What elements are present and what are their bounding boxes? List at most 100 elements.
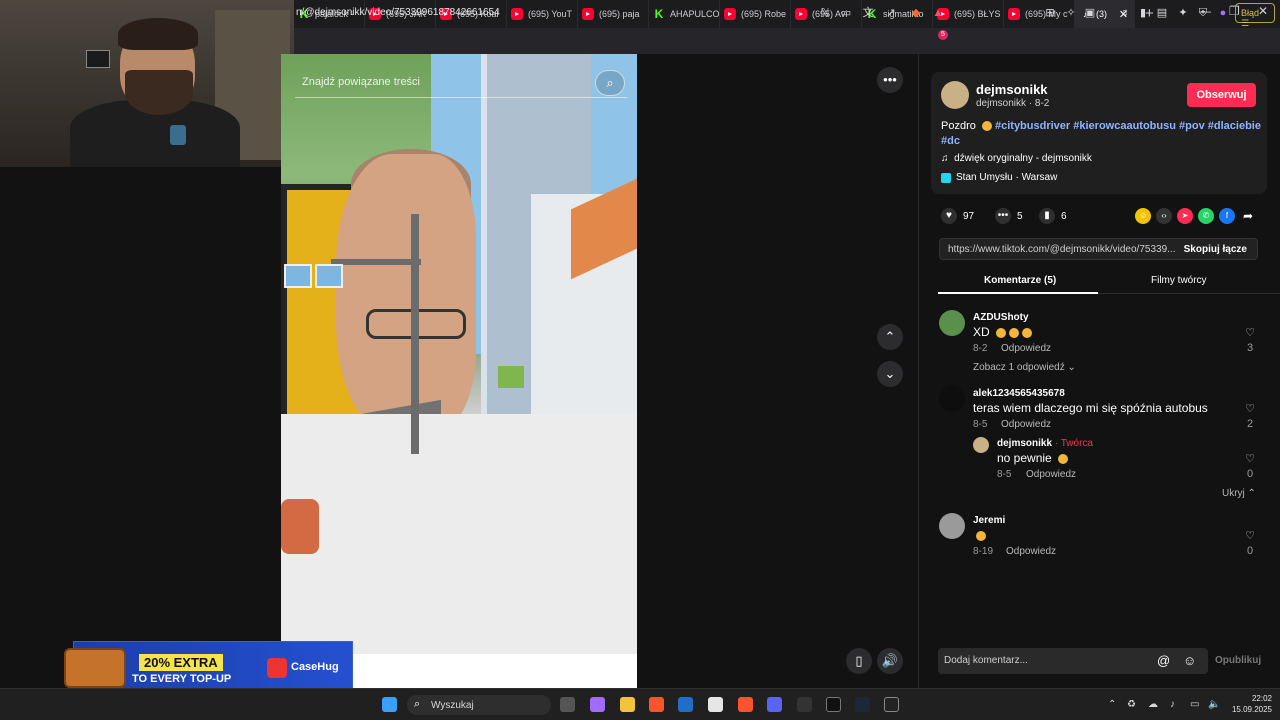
- heart-icon[interactable]: ♥: [941, 208, 957, 224]
- brave-window-icon[interactable]: [738, 697, 753, 712]
- comment-username[interactable]: dejmsonikk · Twórca: [997, 438, 1093, 449]
- store-icon[interactable]: [678, 697, 693, 712]
- comment-input[interactable]: Dodaj komentarz... @ ☺: [938, 648, 1208, 674]
- avatar[interactable]: [939, 513, 965, 539]
- onedrive-icon[interactable]: ☁: [1148, 699, 1158, 710]
- url-field[interactable]: n/@dejmsonikk/video/7533996187842661654: [296, 7, 500, 18]
- location-row[interactable]: Stan Umysłu · Warsaw: [941, 172, 1057, 183]
- video-link[interactable]: https://www.tiktok.com/@dejmsonikk/video…: [948, 244, 1178, 255]
- comment-username[interactable]: AZDUShoty: [973, 312, 1029, 323]
- comment-like-icon[interactable]: ♡: [1243, 326, 1257, 339]
- brave-rewards-icon[interactable]: ▲: [931, 6, 945, 20]
- leo-icon[interactable]: ✦: [1176, 6, 1190, 20]
- hashtag[interactable]: #dlaciebie: [1208, 120, 1261, 132]
- screenshot-icon[interactable]: ▣: [1083, 6, 1097, 20]
- author-avatar[interactable]: [941, 81, 969, 109]
- tray-chevron-icon[interactable]: ⌃: [1108, 699, 1116, 710]
- related-search-input[interactable]: Znajdź powiązane treści: [302, 76, 420, 88]
- share-page-icon[interactable]: ↗: [884, 6, 898, 20]
- mention-icon[interactable]: @: [1157, 653, 1170, 668]
- terminal-icon[interactable]: [884, 697, 899, 712]
- brave-icon[interactable]: [649, 697, 664, 712]
- avatar[interactable]: [939, 386, 965, 412]
- copy-link-button[interactable]: Skopiuj łącze: [1184, 244, 1247, 255]
- reply-button[interactable]: Odpowiedz: [1001, 343, 1051, 354]
- comment-text: no pewnie: [997, 451, 1069, 465]
- network-icon[interactable]: ▭: [1190, 699, 1199, 710]
- extension-icon[interactable]: ⊞: [1043, 6, 1057, 20]
- browser-tab[interactable]: (695) Robe: [720, 0, 791, 28]
- mini-player-icon[interactable]: ▯: [846, 648, 872, 674]
- reply-button[interactable]: Odpowiedz: [1001, 419, 1051, 430]
- author-username[interactable]: dejmsonikk: [976, 82, 1048, 97]
- translate-icon[interactable]: 文: [861, 6, 875, 20]
- send-icon[interactable]: ➤: [1177, 208, 1193, 224]
- steam-icon[interactable]: [855, 697, 870, 712]
- brave-shield-icon[interactable]: ◆: [909, 6, 923, 20]
- comment-username[interactable]: Jeremi: [973, 515, 1005, 526]
- volume-icon[interactable]: 🔊: [877, 648, 903, 674]
- comment-username[interactable]: alek1234565435678: [973, 388, 1065, 399]
- reply-button[interactable]: Odpowiedz: [1026, 469, 1076, 480]
- comment-like-icon[interactable]: ♡: [1243, 452, 1257, 465]
- browser-tab[interactable]: K AHAPULCO: [649, 0, 720, 28]
- tray-app-icon[interactable]: ♻: [1127, 699, 1136, 710]
- facebook-icon[interactable]: f: [1219, 208, 1235, 224]
- embed-icon[interactable]: ‹›: [1156, 208, 1172, 224]
- epic-games-icon[interactable]: [797, 697, 812, 712]
- hashtag[interactable]: #dc: [941, 135, 960, 147]
- casehug-ad-banner[interactable]: 20% EXTRA TO EVERY TOP-UP CaseHug: [64, 641, 353, 694]
- copilot-icon[interactable]: [590, 697, 605, 712]
- clock[interactable]: 22:02 15.09.2025: [1230, 693, 1272, 715]
- reader-icon[interactable]: ℕ: [818, 6, 832, 20]
- vpn-icon[interactable]: ⛨: [1196, 6, 1210, 20]
- more-options-icon[interactable]: •••: [877, 67, 903, 93]
- follow-button[interactable]: Obserwuj: [1187, 83, 1256, 107]
- sidebar-icon[interactable]: ▮: [1136, 6, 1150, 20]
- media-icon[interactable]: ♫: [1117, 6, 1131, 20]
- comment-text: [973, 528, 986, 542]
- tab-comments[interactable]: Komentarze (5): [984, 275, 1056, 286]
- browser-tab[interactable]: (695) YouT: [507, 0, 578, 28]
- reply-button[interactable]: Odpowiedz: [1006, 546, 1056, 557]
- avatar[interactable]: [973, 437, 989, 453]
- tab-creator-videos[interactable]: Filmy twórcy: [1151, 275, 1207, 286]
- next-video-button[interactable]: ⌄: [877, 361, 903, 387]
- avatar[interactable]: [939, 310, 965, 336]
- comment-icon[interactable]: •••: [995, 208, 1011, 224]
- wallet-icon[interactable]: ▤: [1155, 6, 1169, 20]
- view-replies-button[interactable]: Zobacz 1 odpowiedź ⌄: [973, 362, 1076, 373]
- app-icon[interactable]: [708, 697, 723, 712]
- task-view-icon[interactable]: [560, 697, 575, 712]
- share-arrow-icon[interactable]: ➦: [1240, 208, 1256, 224]
- hashtag[interactable]: #citybusdriver: [995, 120, 1070, 132]
- hide-replies-button[interactable]: Ukryj ⌃: [1222, 488, 1256, 499]
- cast-icon[interactable]: ▭: [839, 6, 853, 20]
- comment-like-icon[interactable]: ♡: [1243, 529, 1257, 542]
- start-icon[interactable]: [382, 697, 397, 712]
- hashtag[interactable]: #pov: [1179, 120, 1205, 132]
- mic-icon[interactable]: ♪: [1170, 699, 1175, 710]
- emoji-icon[interactable]: ☺: [1183, 653, 1196, 668]
- previous-video-button[interactable]: ⌃: [877, 324, 903, 350]
- bookmark-icon[interactable]: ▮: [1039, 208, 1055, 224]
- coin-icon[interactable]: ☺: [1135, 208, 1151, 224]
- puzzle-icon[interactable]: ✧: [1064, 6, 1078, 20]
- hashtag[interactable]: #kierowcaautobusu: [1073, 120, 1176, 132]
- error-button[interactable]: Błąd ☰: [1235, 3, 1275, 28]
- video-link-box: https://www.tiktok.com/@dejmsonikk/video…: [939, 238, 1258, 260]
- taskbar-search[interactable]: ⌕ Wyszukaj: [407, 695, 551, 715]
- related-search-bar[interactable]: Znajdź powiązane treści ⌕: [295, 68, 627, 98]
- browser-tab[interactable]: (695) paja: [578, 0, 649, 28]
- publish-button[interactable]: Opublikuj: [1215, 655, 1261, 666]
- video-player[interactable]: [281, 54, 637, 654]
- discord-icon[interactable]: [767, 697, 782, 712]
- music-row[interactable]: ♫ dźwięk oryginalny - dejmsonikk: [941, 153, 1092, 164]
- file-explorer-icon[interactable]: [620, 697, 635, 712]
- search-icon[interactable]: ⌕: [595, 70, 625, 96]
- whatsapp-icon[interactable]: ✆: [1198, 208, 1214, 224]
- speaker-icon[interactable]: 🔈: [1208, 699, 1220, 710]
- profile-icon[interactable]: ●: [1216, 6, 1230, 20]
- obs-icon[interactable]: [826, 697, 841, 712]
- comment-like-icon[interactable]: ♡: [1243, 402, 1257, 415]
